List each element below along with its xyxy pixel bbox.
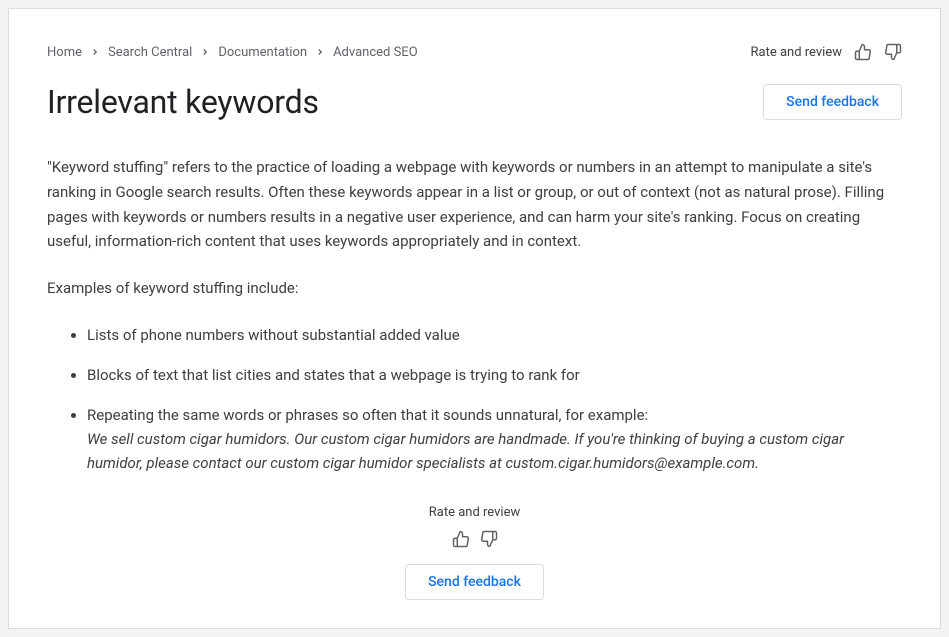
list-item-example-italic: We sell custom cigar humidors. Our custo…	[87, 427, 902, 475]
intro-paragraph: "Keyword stuffing" refers to the practic…	[47, 155, 902, 254]
list-item-text: Lists of phone numbers without substanti…	[87, 326, 460, 344]
send-feedback-button[interactable]: Send feedback	[763, 84, 902, 120]
footer-rate-section: Rate and review Send feedback	[47, 505, 902, 600]
top-row: Home Search Central Documentation Advanc…	[47, 43, 902, 61]
thumbs-down-icon[interactable]	[884, 43, 902, 61]
page-title: Irrelevant keywords	[47, 83, 319, 121]
content-body: "Keyword stuffing" refers to the practic…	[47, 155, 902, 475]
list-item: Lists of phone numbers without substanti…	[87, 323, 902, 347]
examples-list: Lists of phone numbers without substanti…	[47, 323, 902, 475]
footer-rate-label: Rate and review	[47, 505, 902, 520]
footer-thumbs	[47, 530, 902, 548]
thumbs-up-icon[interactable]	[854, 43, 872, 61]
breadcrumb-search-central[interactable]: Search Central	[108, 45, 192, 60]
rate-review-top: Rate and review	[751, 43, 902, 61]
breadcrumb-advanced-seo[interactable]: Advanced SEO	[333, 45, 418, 60]
chevron-right-icon	[90, 47, 100, 57]
thumbs-up-icon[interactable]	[452, 530, 470, 548]
list-item: Repeating the same words or phrases so o…	[87, 403, 902, 475]
list-item-text: Blocks of text that list cities and stat…	[87, 366, 580, 384]
list-item: Blocks of text that list cities and stat…	[87, 363, 902, 387]
examples-label: Examples of keyword stuffing include:	[47, 276, 902, 301]
breadcrumb-home[interactable]: Home	[47, 45, 82, 60]
page-container: Home Search Central Documentation Advanc…	[8, 8, 941, 629]
list-item-text: Repeating the same words or phrases so o…	[87, 406, 648, 424]
title-row: Irrelevant keywords Send feedback	[47, 83, 902, 121]
rate-review-label: Rate and review	[751, 45, 842, 60]
chevron-right-icon	[315, 47, 325, 57]
breadcrumb: Home Search Central Documentation Advanc…	[47, 45, 418, 60]
send-feedback-button[interactable]: Send feedback	[405, 564, 544, 600]
thumbs-down-icon[interactable]	[480, 530, 498, 548]
chevron-right-icon	[200, 47, 210, 57]
breadcrumb-documentation[interactable]: Documentation	[218, 45, 307, 60]
